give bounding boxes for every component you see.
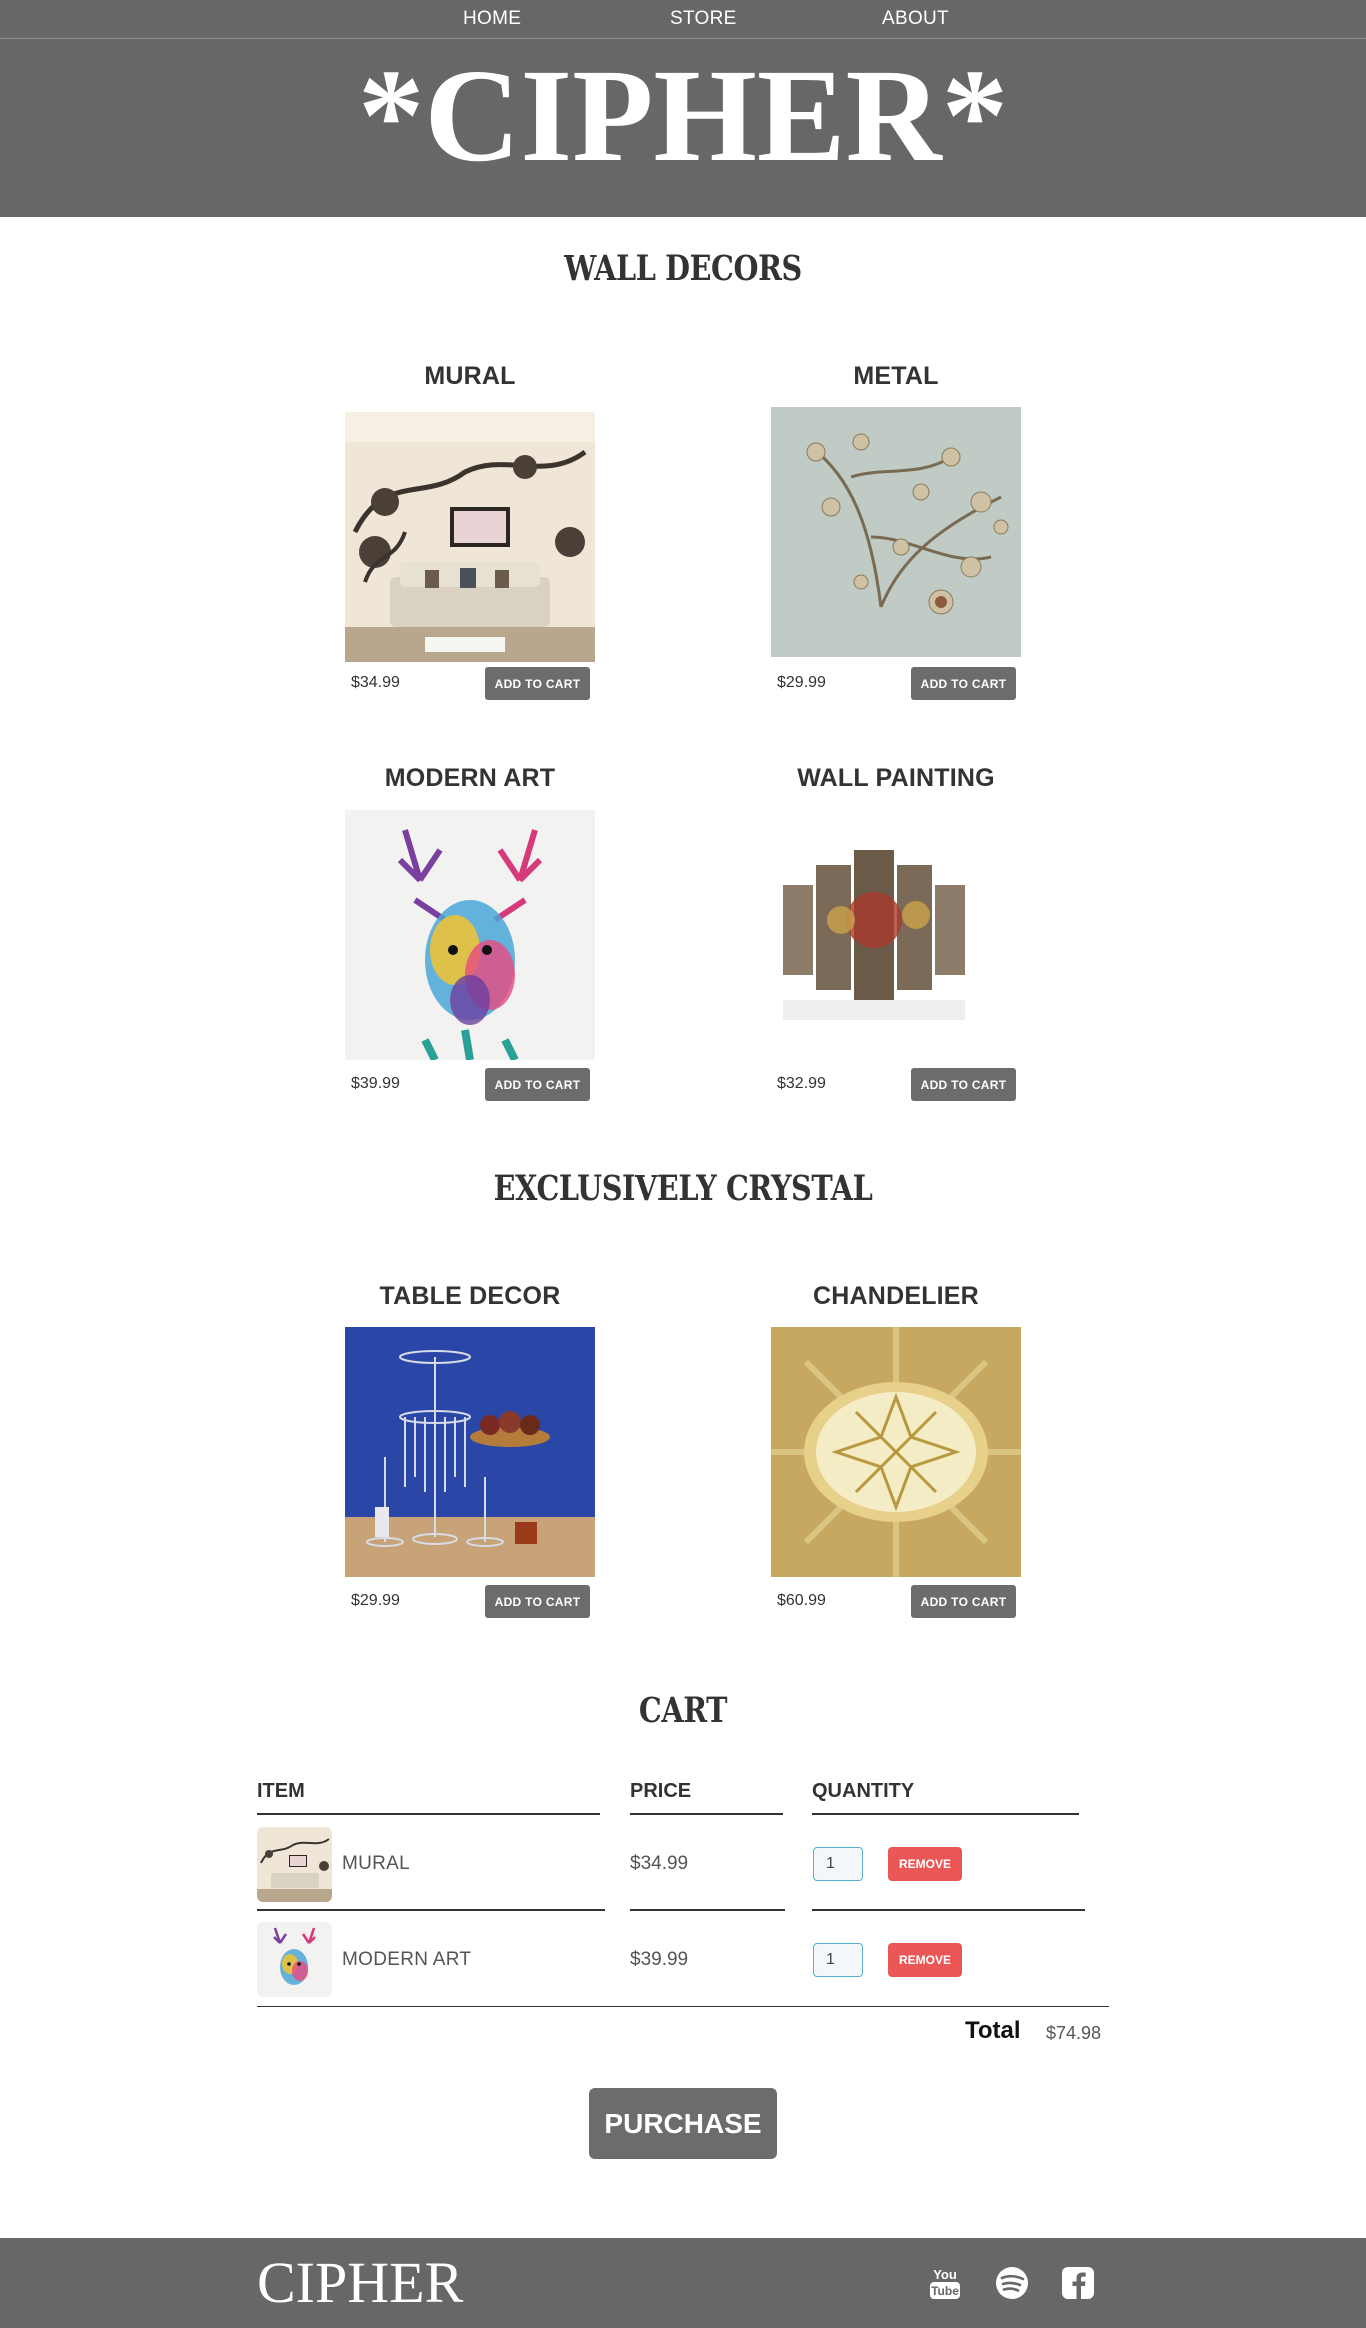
svg-text:Tube: Tube <box>931 2284 959 2298</box>
item-price: $39.99 <box>351 1075 400 1092</box>
item-image-metal <box>771 407 1021 657</box>
item-image-table-decor <box>345 1327 595 1577</box>
add-to-cart-button[interactable]: ADD TO CART <box>911 1585 1016 1618</box>
item-price: $29.99 <box>777 674 826 691</box>
add-to-cart-button[interactable]: ADD TO CART <box>485 667 590 700</box>
cart-total-value: $74.98 <box>1046 2023 1102 2043</box>
cart-item-price: $34.99 <box>630 1853 689 1874</box>
add-to-cart-button[interactable]: ADD TO CART <box>485 1068 590 1101</box>
cart-total-divider <box>257 2006 1109 2007</box>
nav-home-link[interactable]: HOME <box>463 8 521 30</box>
item-title: CHANDELIER <box>813 1282 979 1310</box>
item-title: MODERN ART <box>384 764 556 792</box>
main-nav: HOME STORE ABOUT <box>0 0 1366 39</box>
cart-header-divider <box>257 1813 600 1815</box>
cart-header-divider <box>812 1813 1079 1815</box>
site-footer: CIPHER You Tube <box>0 2238 1366 2328</box>
item-title: METAL <box>853 362 939 390</box>
svg-text:You: You <box>933 2267 957 2282</box>
footer-brand: CIPHER <box>257 2250 464 2315</box>
facebook-icon[interactable] <box>1059 2264 1097 2302</box>
item-image-chandelier <box>771 1327 1021 1577</box>
item-image-modern-art <box>345 810 595 1060</box>
purchase-button[interactable]: PURCHASE <box>589 2088 777 2159</box>
section-title-cart: CART <box>638 1690 728 1731</box>
item-title: MURAL <box>424 362 516 390</box>
cart-item-name: MODERN ART <box>342 1949 472 1970</box>
item-price: $34.99 <box>351 674 400 691</box>
item-price: $32.99 <box>777 1075 826 1092</box>
add-to-cart-button[interactable]: ADD TO CART <box>911 667 1016 700</box>
brand-title: *CIPHER* <box>357 41 1009 189</box>
cart-row-divider <box>630 1909 785 1911</box>
cart-header-price: PRICE <box>630 1780 692 1802</box>
quantity-input[interactable] <box>813 1943 863 1977</box>
youtube-icon[interactable]: You Tube <box>926 2264 964 2302</box>
section-title-wall-decors: WALL DECORS <box>564 248 802 289</box>
site-header: HOME STORE ABOUT *CIPHER* <box>0 0 1366 217</box>
add-to-cart-button[interactable]: ADD TO CART <box>485 1585 590 1618</box>
remove-button[interactable]: REMOVE <box>888 1847 962 1881</box>
cart-header-quantity: QUANTITY <box>812 1780 915 1802</box>
spotify-icon[interactable] <box>993 2264 1031 2302</box>
item-image-mural <box>345 412 595 662</box>
cart-header-item: ITEM <box>257 1780 305 1802</box>
add-to-cart-button[interactable]: ADD TO CART <box>911 1068 1016 1101</box>
cart-item-thumbnail <box>257 1827 332 1902</box>
nav-store-link[interactable]: STORE <box>670 8 737 30</box>
cart-header-divider <box>630 1813 783 1815</box>
item-price: $60.99 <box>777 1592 826 1609</box>
cart-row-divider <box>257 1909 605 1911</box>
item-title: WALL PAINTING <box>797 764 995 792</box>
cart-item-price: $39.99 <box>630 1949 689 1970</box>
cart-row-divider <box>812 1909 1085 1911</box>
item-title: TABLE DECOR <box>379 1282 561 1310</box>
cart-total-label: Total <box>965 2017 1021 2044</box>
cart-item-thumbnail <box>257 1922 332 1997</box>
item-price: $29.99 <box>351 1592 400 1609</box>
nav-about-link[interactable]: ABOUT <box>882 8 949 30</box>
item-image-wall-painting <box>771 810 1021 1060</box>
cart-item-name: MURAL <box>342 1853 411 1874</box>
section-title-exclusively-crystal: EXCLUSIVELY CRYSTAL <box>493 1168 873 1209</box>
remove-button[interactable]: REMOVE <box>888 1943 962 1977</box>
quantity-input[interactable] <box>813 1847 863 1881</box>
